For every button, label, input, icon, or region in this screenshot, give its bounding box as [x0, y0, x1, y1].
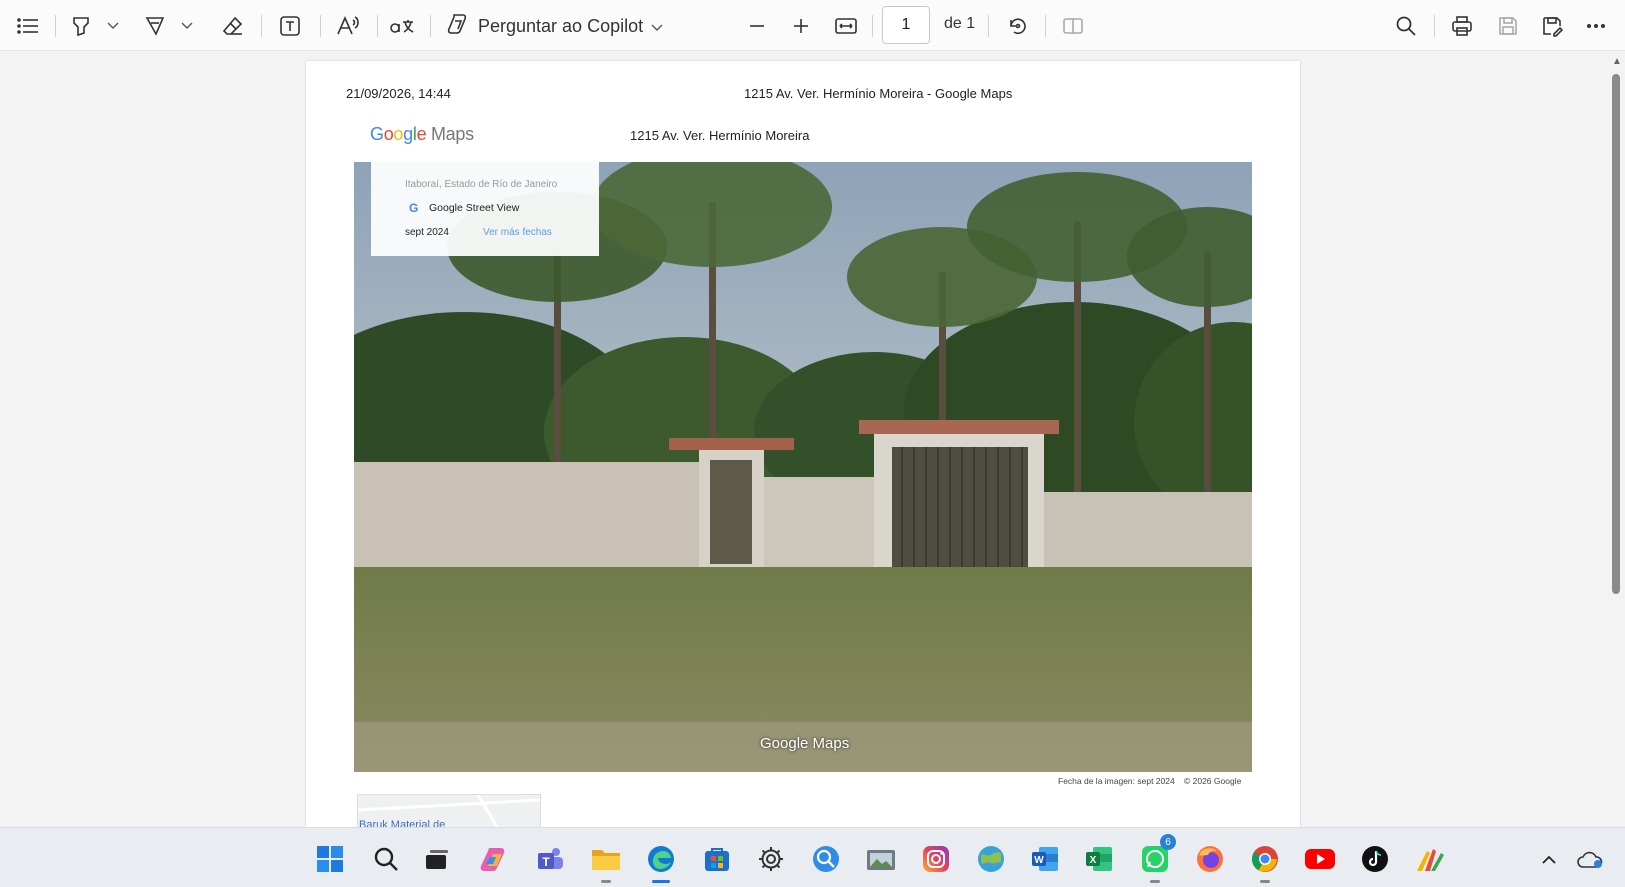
toolbar-separator [55, 15, 56, 37]
print-date: 21/09/2026, 14:44 [346, 86, 451, 101]
more-dates-link[interactable]: Ver más fechas [483, 227, 552, 238]
svg-text:W: W [1034, 855, 1044, 866]
text-box-icon[interactable] [274, 10, 306, 42]
teams-icon[interactable]: T [533, 842, 567, 876]
toolbar-separator [377, 15, 378, 37]
store-icon[interactable] [700, 842, 734, 876]
street-view-info-card: Itaboraí, Estado de Río de Janeiro G Goo… [371, 162, 599, 256]
quick-assist-icon[interactable] [809, 842, 843, 876]
minimap: Baruk Material de [357, 794, 541, 827]
maps-icon[interactable] [974, 842, 1008, 876]
rotate-icon[interactable] [1002, 10, 1034, 42]
chevron-down-icon [651, 16, 663, 37]
file-explorer-icon[interactable] [589, 842, 623, 883]
copyright: © 2026 Google [1184, 776, 1242, 786]
highlight-icon[interactable] [66, 10, 96, 42]
translate-icon[interactable] [386, 10, 418, 42]
chrome-icon[interactable] [1248, 842, 1282, 883]
google-g-icon: G [409, 201, 419, 215]
print-title: 1215 Av. Ver. Hermínio Moreira - Google … [744, 86, 1013, 101]
page-number-input[interactable]: 1 [882, 6, 930, 44]
toolbar-separator [872, 15, 873, 37]
scrollbar-thumb[interactable] [1612, 74, 1620, 594]
instagram-icon[interactable] [919, 842, 953, 876]
excel-icon[interactable]: X [1082, 842, 1116, 876]
toolbar-separator [261, 15, 262, 37]
running-indicator [1150, 880, 1160, 883]
street-view-brand: Google Street View [429, 202, 520, 214]
zoom-in-icon[interactable] [786, 10, 816, 42]
taskbar: T W X 6 [0, 827, 1625, 887]
street-view-date: sept 2024 [405, 227, 449, 238]
toolbar-separator [1434, 15, 1435, 37]
street-view-location: Itaboraí, Estado de Río de Janeiro [405, 179, 558, 190]
page-view-icon[interactable] [1058, 10, 1088, 42]
toolbar-separator [430, 15, 431, 37]
settings-icon[interactable] [754, 842, 788, 876]
search-icon[interactable] [369, 842, 403, 876]
notification-badge: 6 [1160, 834, 1176, 850]
eraser-icon[interactable] [218, 10, 248, 42]
map-address: 1215 Av. Ver. Hermínio Moreira [630, 128, 810, 143]
minimap-place-label: Baruk Material de [359, 819, 446, 827]
copilot-icon [446, 12, 470, 41]
save-as-icon[interactable] [1536, 10, 1568, 42]
paint-icon[interactable] [1413, 842, 1447, 876]
edge-icon[interactable] [644, 842, 678, 883]
pdf-toolbar: Perguntar ao Copilot 1 de 1 [0, 0, 1625, 51]
table-of-contents-icon[interactable] [14, 10, 42, 42]
chevron-up-icon[interactable] [1534, 842, 1564, 876]
search-icon[interactable] [1390, 10, 1422, 42]
tiktok-icon[interactable] [1358, 842, 1392, 876]
draw-icon[interactable] [140, 10, 170, 42]
draw-chevron-down-icon[interactable] [176, 10, 198, 42]
copilot-button[interactable]: Perguntar ao Copilot [446, 10, 663, 42]
print-icon[interactable] [1446, 10, 1478, 42]
read-aloud-icon[interactable] [332, 10, 364, 42]
google-maps-logo: Google Maps [370, 124, 474, 144]
image-date: Fecha de la imagen: sept 2024 [1058, 776, 1175, 786]
zoom-out-icon[interactable] [742, 10, 772, 42]
running-indicator [1260, 880, 1270, 883]
more-icon[interactable] [1580, 10, 1612, 42]
copilot-label: Perguntar ao Copilot [478, 15, 644, 36]
toolbar-separator [320, 15, 321, 37]
fit-width-icon[interactable] [830, 10, 862, 42]
task-view-icon[interactable] [420, 842, 454, 876]
toolbar-separator [988, 15, 989, 37]
start-icon[interactable] [313, 842, 347, 876]
svg-text:T: T [542, 855, 550, 869]
word-icon[interactable]: W [1028, 842, 1062, 876]
google-maps-watermark: Google Maps [760, 735, 850, 752]
running-indicator [601, 880, 611, 883]
youtube-icon[interactable] [1303, 842, 1337, 876]
street-view-photo: Itaboraí, Estado de Río de Janeiro G Goo… [354, 162, 1252, 772]
whatsapp-icon[interactable]: 6 [1138, 834, 1176, 883]
onedrive-icon[interactable] [1575, 842, 1605, 876]
save-icon[interactable] [1492, 10, 1524, 42]
highlight-chevron-down-icon[interactable] [102, 10, 124, 42]
pdf-page: 21/09/2026, 14:44 1215 Av. Ver. Hermínio… [306, 61, 1300, 827]
active-indicator [652, 880, 670, 883]
copilot-app-icon[interactable] [477, 842, 511, 876]
firefox-icon[interactable] [1193, 842, 1227, 876]
page-count: de 1 [944, 15, 976, 32]
scroll-up-icon[interactable]: ▲ [1612, 56, 1622, 67]
photos-icon[interactable] [864, 842, 898, 876]
toolbar-separator [1045, 15, 1046, 37]
svg-text:X: X [1090, 855, 1097, 866]
